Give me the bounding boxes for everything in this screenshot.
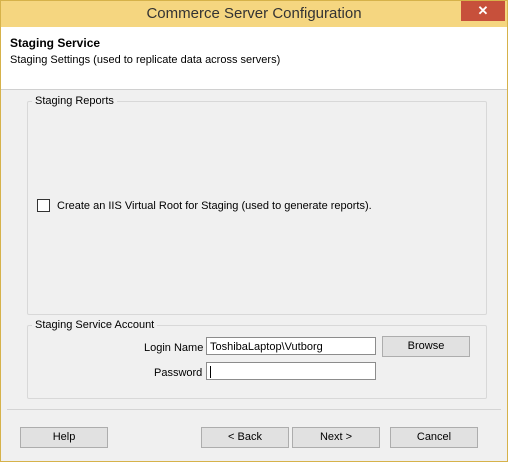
staging-reports-legend: Staging Reports <box>35 95 114 107</box>
login-name-field[interactable]: ToshibaLaptop\Vutborg <box>206 337 376 355</box>
page-subtitle: Staging Settings (used to replicate data… <box>10 54 281 66</box>
browse-button[interactable]: Browse <box>382 336 470 357</box>
login-name-label: Login Name <box>144 342 204 354</box>
help-button[interactable]: Help <box>20 427 108 448</box>
staging-account-legend: Staging Service Account <box>35 319 155 331</box>
cancel-button[interactable]: Cancel <box>390 427 478 448</box>
iis-virtual-root-option[interactable]: Create an IIS Virtual Root for Staging (… <box>37 199 372 212</box>
title-bar: Commerce Server Configuration ✕ <box>1 1 507 27</box>
password-field[interactable] <box>206 362 376 380</box>
next-button[interactable]: Next > <box>292 427 380 448</box>
dialog-window: Commerce Server Configuration ✕ Staging … <box>0 0 508 462</box>
staging-account-group: Staging Service Account <box>27 319 487 399</box>
iis-virtual-root-label: Create an IIS Virtual Root for Staging (… <box>57 199 372 212</box>
close-button[interactable]: ✕ <box>461 1 505 21</box>
window-title: Commerce Server Configuration <box>146 5 362 22</box>
button-divider <box>7 409 501 410</box>
wizard-header: Staging Service Staging Settings (used t… <box>1 27 507 90</box>
close-icon: ✕ <box>477 3 489 18</box>
password-label: Password <box>154 367 203 379</box>
text-caret <box>210 366 211 379</box>
back-button[interactable]: < Back <box>201 427 289 448</box>
iis-virtual-root-checkbox[interactable] <box>37 199 50 212</box>
page-title: Staging Service <box>10 36 101 50</box>
